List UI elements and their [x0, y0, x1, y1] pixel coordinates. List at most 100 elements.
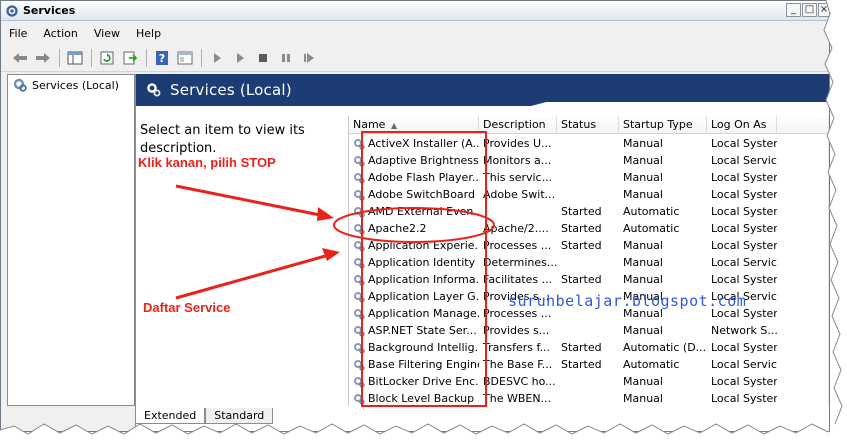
stop-icon[interactable] — [252, 47, 274, 69]
service-gear-icon — [354, 393, 365, 405]
service-description-cell: This servic... — [483, 171, 553, 184]
menu-help[interactable]: Help — [128, 27, 169, 40]
service-name-cell: BitLocker Drive Enc... — [349, 373, 479, 390]
service-name-cell: Application Informa... — [349, 271, 479, 288]
title-bar: Services _ □ × — [1, 1, 829, 21]
column-description[interactable]: Description — [479, 116, 557, 134]
services-list: Name ▲ Description Status Startup Type L… — [348, 116, 829, 407]
service-logon-cell: Local Service — [711, 358, 777, 371]
table-row[interactable]: AMD External Even... Started Automatic Loca… — [349, 203, 828, 220]
service-logon-cell: Local System — [711, 222, 777, 235]
forward-arrow-icon[interactable] — [32, 47, 54, 69]
service-gear-icon — [354, 274, 365, 286]
refresh-icon[interactable] — [96, 47, 118, 69]
sort-ascending-icon: ▲ — [391, 121, 398, 130]
service-startup-cell: Automatic (D... — [623, 341, 707, 354]
service-startup-cell: Manual — [623, 137, 663, 150]
service-logon-cell: Local System — [711, 205, 777, 218]
service-gear-icon — [354, 359, 365, 371]
services-gear-icon — [147, 83, 161, 97]
service-status-cell: Started — [561, 205, 602, 218]
table-row[interactable]: BitLocker Drive Enc... BDESVC ho... Manual… — [349, 373, 828, 390]
properties-icon[interactable] — [174, 47, 196, 69]
console-tree-icon[interactable] — [64, 47, 86, 69]
column-status[interactable]: Status — [557, 116, 619, 134]
service-status-cell: Started — [561, 239, 602, 252]
vertical-scrollbar[interactable] — [828, 116, 829, 406]
service-name-cell: Adobe Flash Player... — [349, 169, 479, 186]
menu-file[interactable]: File — [1, 27, 35, 40]
svg-text:?: ? — [159, 52, 165, 65]
maximize-button[interactable]: □ — [802, 3, 817, 17]
service-logon-cell: Local Service — [711, 256, 777, 269]
table-row[interactable]: Adaptive Brightness Monitors a... Manual Lo… — [349, 152, 828, 169]
watermark: suruhbelajar.blogspot.com — [508, 292, 747, 310]
service-name-cell: Base Filtering Engine — [349, 356, 479, 373]
service-logon-cell: Local System — [711, 188, 777, 201]
help-icon[interactable]: ? — [151, 47, 173, 69]
annotation-list-label: Daftar Service — [143, 300, 231, 315]
service-description-cell: The Base F... — [483, 358, 553, 371]
service-logon-cell: Local Service — [711, 154, 777, 167]
table-row[interactable]: Adobe SwitchBoard Adobe Swit... Manual Loca… — [349, 186, 828, 203]
toolbar: ? — [1, 44, 829, 72]
service-name-cell: Application Manage... — [349, 305, 479, 322]
service-gear-icon — [354, 342, 365, 354]
play-icon[interactable] — [206, 47, 228, 69]
service-name-cell: Application Experie... — [349, 237, 479, 254]
table-row[interactable]: Background Intellig... Transfers f... Star… — [349, 339, 828, 356]
service-description-cell: Apache/2.... — [483, 222, 549, 235]
table-row[interactable]: ASP.NET State Ser... Provides s... Manual N… — [349, 322, 828, 339]
back-arrow-icon[interactable] — [9, 47, 31, 69]
service-startup-cell: Manual — [623, 171, 663, 184]
service-gear-icon — [354, 325, 365, 337]
table-row[interactable]: Adobe Flash Player... This servic... Manua… — [349, 169, 828, 186]
service-description-cell: Determines... — [483, 256, 557, 269]
menu-view[interactable]: View — [86, 27, 128, 40]
tab-standard[interactable]: Standard — [205, 408, 274, 424]
toolbar-separator — [146, 48, 147, 67]
service-gear-icon — [354, 172, 365, 184]
header-curve-decoration — [531, 102, 829, 106]
column-startup-type[interactable]: Startup Type — [619, 116, 707, 134]
service-gear-icon — [354, 257, 365, 269]
service-description-cell: BDESVC ho... — [483, 375, 556, 388]
minimize-button[interactable]: _ — [786, 3, 801, 17]
tab-extended[interactable]: Extended — [135, 408, 206, 424]
table-row[interactable]: Application Informa... Facilitates ... Sta… — [349, 271, 828, 288]
service-logon-cell: Local System — [711, 375, 777, 388]
restart-icon[interactable] — [298, 47, 320, 69]
services-gear-icon — [6, 4, 18, 17]
service-status-cell: Started — [561, 273, 602, 286]
service-startup-cell: Manual — [623, 392, 663, 405]
service-logon-cell: Local System — [711, 171, 777, 184]
service-status-cell: Started — [561, 358, 602, 371]
table-row[interactable]: Base Filtering Engine The Base F... Starte… — [349, 356, 828, 373]
pause-icon[interactable] — [275, 47, 297, 69]
close-button[interactable]: × — [818, 3, 829, 17]
service-name-cell: Apache2.2 — [349, 220, 479, 237]
service-gear-icon — [354, 240, 365, 252]
tree-node-services-local[interactable]: Services (Local) — [12, 77, 119, 93]
table-row[interactable]: Block Level Backup ... The WBEN... Manual L… — [349, 390, 828, 407]
menu-action[interactable]: Action — [35, 27, 85, 40]
service-status-cell: Started — [561, 222, 602, 235]
table-row[interactable]: Application Experie... Processes ... Start… — [349, 237, 828, 254]
column-name[interactable]: Name ▲ — [349, 116, 479, 134]
table-row[interactable]: Application Identity Determines... Manual L… — [349, 254, 828, 271]
service-name-cell: Background Intellig... — [349, 339, 479, 356]
service-status-cell: Started — [561, 341, 602, 354]
play-alt-icon[interactable] — [229, 47, 251, 69]
service-gear-icon — [354, 291, 365, 303]
service-gear-icon — [354, 138, 365, 150]
service-gear-icon — [354, 155, 365, 167]
service-gear-icon — [354, 206, 365, 218]
column-log-on-as[interactable]: Log On As — [707, 116, 777, 134]
window-title: Services — [23, 4, 76, 17]
export-icon[interactable] — [119, 47, 141, 69]
view-tabs: Extended Standard — [135, 406, 274, 424]
table-row[interactable]: Apache2.2 Apache/2.... Started Automatic Loc… — [349, 220, 828, 237]
table-row[interactable]: ActiveX Installer (A... Provides U... Manu… — [349, 135, 828, 152]
service-name-cell: Adaptive Brightness — [349, 152, 479, 169]
service-name-cell: AMD External Even... — [349, 203, 479, 220]
